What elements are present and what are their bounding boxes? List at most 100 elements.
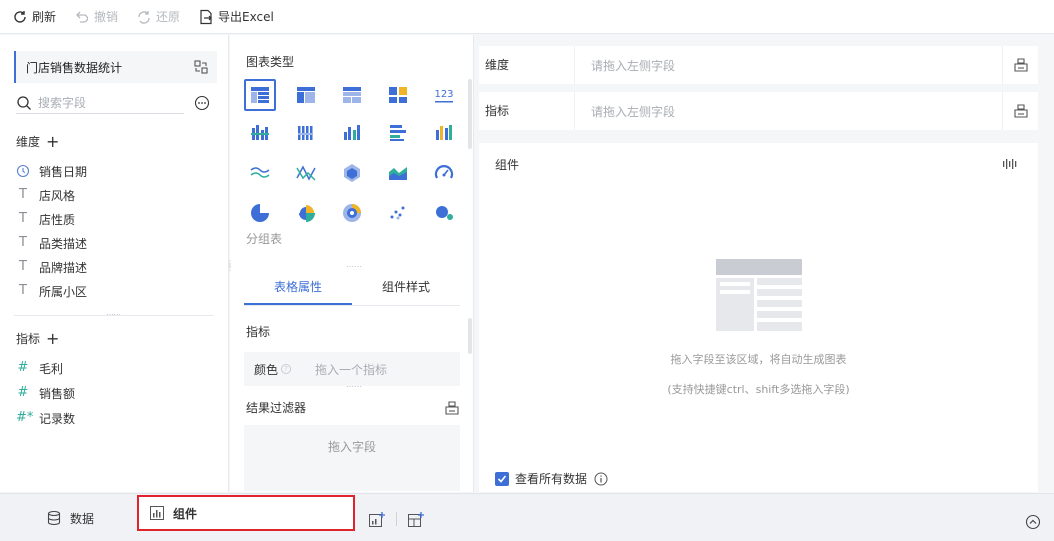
- search-icon: [17, 95, 31, 110]
- field-label: 所属小区: [39, 284, 88, 299]
- panel-resize-handle[interactable]: ⋮ ⋮: [226, 260, 234, 272]
- add-component-icon[interactable]: [368, 511, 386, 529]
- chart-type-scrollbar[interactable]: [468, 79, 472, 149]
- result-filter-title: 结果过滤器: [246, 401, 307, 415]
- add-dimension-icon[interactable]: +: [46, 133, 59, 150]
- dimension-field[interactable]: T 店风格: [16, 187, 75, 203]
- dimension-field[interactable]: T 品类描述: [16, 235, 87, 251]
- measure-field[interactable]: # 毛利: [16, 360, 63, 376]
- empty-hint-primary: 拖入字段至该区域，将自动生成图表: [670, 353, 847, 366]
- scatter-chart-icon[interactable]: [382, 197, 414, 229]
- tab-component-label: 组件: [173, 506, 198, 521]
- text-type-icon: T: [19, 187, 27, 202]
- grouped-bar-chart-icon[interactable]: [244, 117, 276, 149]
- clock-icon: [16, 164, 30, 178]
- top-toolbar: 刷新 撤销 还原 导出Excel: [0, 0, 1054, 34]
- dimension-field[interactable]: T 店性质: [16, 211, 75, 227]
- number-type-icon: #: [17, 360, 29, 375]
- tab-table-properties[interactable]: 表格属性: [244, 270, 352, 305]
- chart-config-panel: 图表类型 123 分组表 ⋯⋯ 表格属性 组件样式 指标 颜色 ? 拖入一个指标…: [230, 35, 474, 492]
- dimension-slot-settings[interactable]: [1002, 46, 1038, 84]
- export-excel-button[interactable]: 导出Excel: [198, 8, 274, 25]
- grouped-table-chart-icon[interactable]: [244, 79, 276, 111]
- undo-label: 撤销: [94, 10, 119, 24]
- color-drop-zone[interactable]: 颜色 ? 拖入一个指标: [244, 352, 460, 386]
- text-type-icon: T: [19, 235, 27, 250]
- measure-slot-settings[interactable]: [1002, 92, 1038, 130]
- check-icon: [497, 474, 507, 483]
- field-label: 品类描述: [39, 236, 88, 251]
- info-icon[interactable]: [594, 472, 608, 486]
- color-label: 颜色: [254, 362, 279, 377]
- dimension-slot[interactable]: 维度 请拖入左侧字段: [479, 46, 1038, 84]
- properties-scrollbar[interactable]: [468, 318, 472, 354]
- measure-field[interactable]: #* 记录数: [16, 410, 75, 426]
- dimension-field[interactable]: 销售日期: [16, 163, 87, 179]
- dimension-field[interactable]: T 所属小区: [16, 283, 87, 299]
- measure-slot-placeholder: 请拖入左侧字段: [591, 104, 676, 119]
- tab-component[interactable]: 组件: [137, 495, 355, 531]
- area-chart-icon[interactable]: [382, 157, 414, 189]
- resize-handle[interactable]: ⋯⋯: [346, 382, 362, 391]
- sunburst-chart-icon[interactable]: [336, 197, 368, 229]
- color-placeholder: 拖入一个指标: [315, 362, 388, 377]
- gauge-chart-icon[interactable]: [428, 157, 460, 189]
- toolbar-separator: [396, 512, 397, 526]
- rose-pie-chart-icon[interactable]: [290, 197, 322, 229]
- collapse-up-icon[interactable]: [1025, 514, 1041, 530]
- redo-label: 还原: [156, 10, 181, 24]
- card-chart-icon[interactable]: [382, 79, 414, 111]
- bubble-chart-icon[interactable]: [428, 197, 460, 229]
- refresh-label: 刷新: [32, 10, 57, 24]
- add-dashboard-icon[interactable]: [407, 511, 425, 529]
- dimension-slot-label: 维度: [479, 46, 575, 84]
- field-label: 品牌描述: [39, 260, 88, 275]
- dataset-selector[interactable]: 门店销售数据统计: [14, 51, 217, 83]
- measure-slot[interactable]: 指标 请拖入左侧字段: [479, 92, 1038, 130]
- more-options-icon[interactable]: [194, 95, 210, 111]
- component-title: 组件: [495, 158, 520, 172]
- svg-text:123: 123: [434, 89, 453, 100]
- selected-chart-type-label: 分组表: [246, 232, 283, 246]
- empty-hint-secondary: (支持快捷键ctrl、shift多选拖入字段): [667, 383, 850, 396]
- pie-chart-icon[interactable]: [244, 197, 276, 229]
- refresh-icon: [14, 10, 26, 23]
- view-all-checkbox[interactable]: [495, 471, 509, 486]
- database-icon: [47, 510, 61, 526]
- dimension-field[interactable]: T 品牌描述: [16, 259, 87, 275]
- undo-button[interactable]: 撤销: [74, 8, 118, 25]
- add-measure-icon[interactable]: +: [46, 330, 59, 347]
- view-all-data-option[interactable]: 查看所有数据: [495, 470, 608, 487]
- multi-bar-chart-icon[interactable]: [290, 117, 322, 149]
- field-label: 销售额: [39, 386, 76, 401]
- measure-property-title: 指标: [246, 325, 271, 339]
- measure-field[interactable]: # 销售额: [16, 385, 75, 401]
- filter-settings-icon[interactable]: [444, 400, 460, 416]
- help-icon[interactable]: ?: [281, 364, 292, 374]
- radar-chart-icon[interactable]: [336, 157, 368, 189]
- line-chart-icon[interactable]: [244, 157, 276, 189]
- field-label: 销售日期: [39, 164, 88, 179]
- tab-component-style[interactable]: 组件样式: [352, 270, 460, 305]
- redo-button[interactable]: 还原: [136, 8, 180, 25]
- field-label: 记录数: [39, 411, 76, 426]
- tab-data[interactable]: 数据: [46, 504, 94, 532]
- cross-table-chart-icon[interactable]: [336, 79, 368, 111]
- detail-table-chart-icon[interactable]: [290, 79, 322, 111]
- section-divider: [14, 315, 214, 316]
- field-label: 店性质: [39, 212, 76, 227]
- search-input[interactable]: [38, 95, 168, 110]
- bar-chart-icon: [150, 506, 164, 520]
- colored-bar-chart-icon[interactable]: [428, 117, 460, 149]
- filter-drop-zone[interactable]: 拖入字段: [244, 425, 460, 491]
- column-chart-icon[interactable]: [336, 117, 368, 149]
- refresh-button[interactable]: 刷新: [12, 8, 56, 25]
- component-canvas[interactable]: 组件 拖入字段至该区域，将自动生成图表 (支持快捷键ctrl、shift多选拖入…: [479, 143, 1038, 492]
- switch-dataset-icon[interactable]: [193, 59, 209, 75]
- field-panel: 门店销售数据统计 维度 + 销售日期 T 店风格 T 店性质 T 品类描述 T …: [0, 35, 229, 492]
- chart-layout-icon[interactable]: [1002, 156, 1018, 172]
- polyline-chart-icon[interactable]: [290, 157, 322, 189]
- stacked-bar-chart-icon[interactable]: [382, 117, 414, 149]
- kpi-number-chart-icon[interactable]: 123: [428, 79, 460, 111]
- record-count-icon: #*: [16, 410, 34, 425]
